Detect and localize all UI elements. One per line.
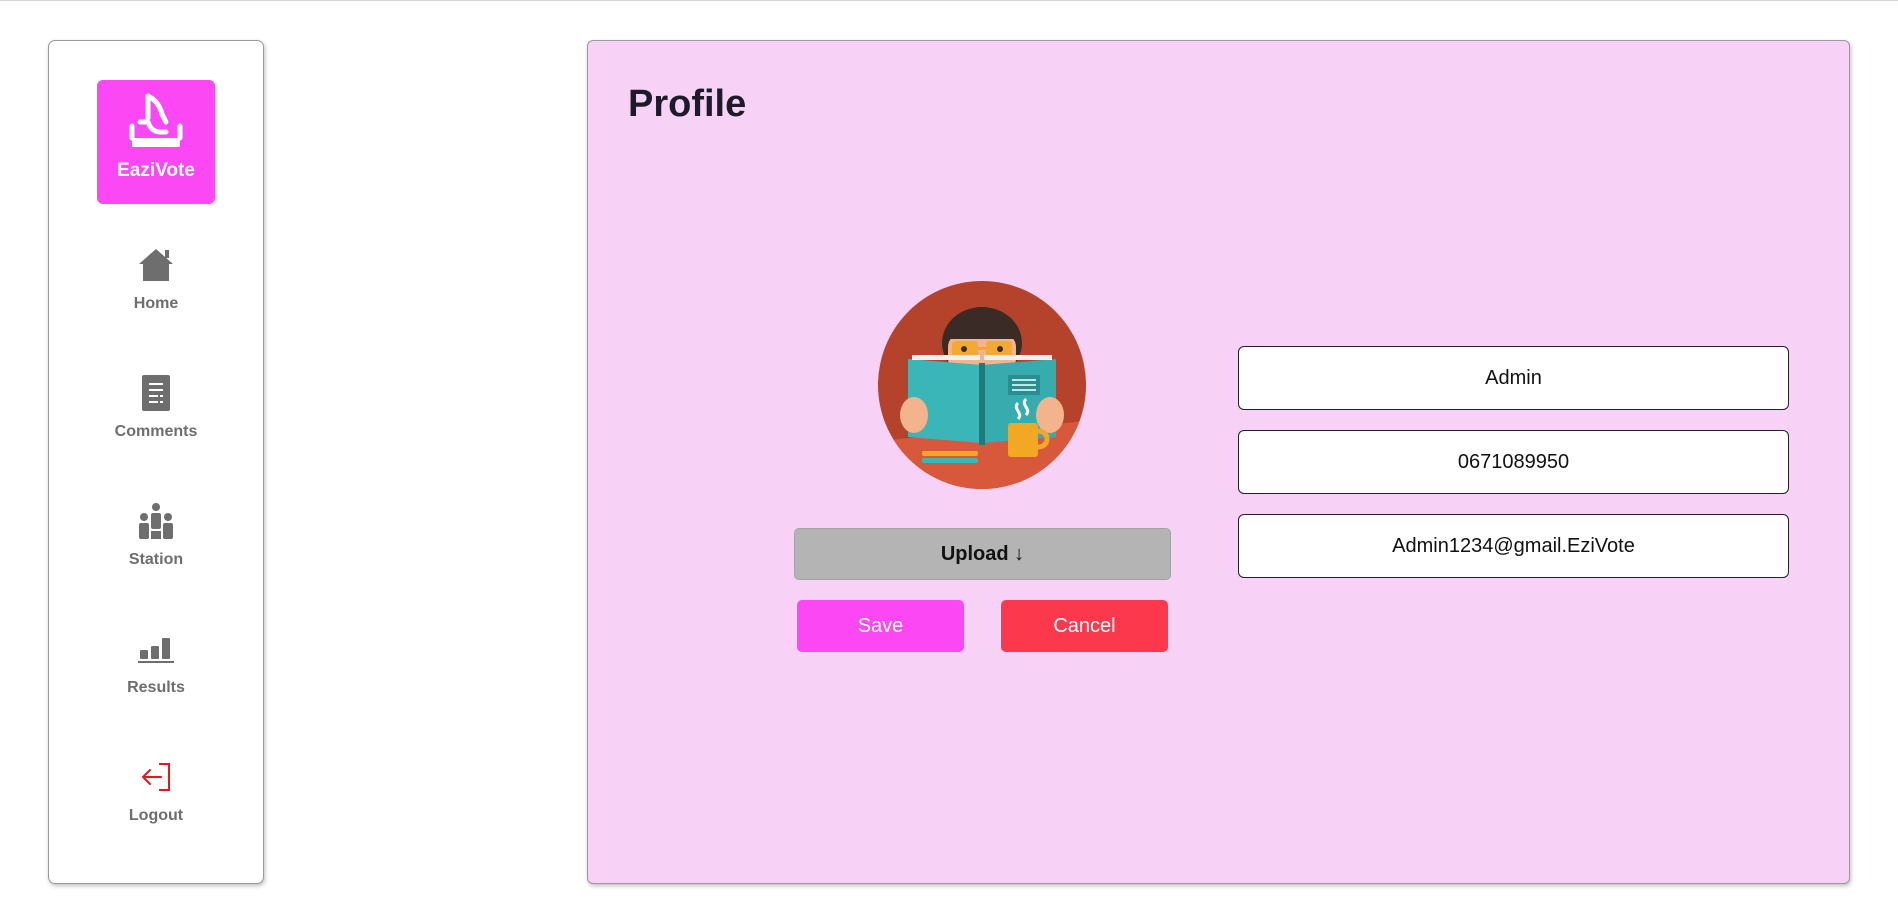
ballot-box-icon: [129, 93, 183, 147]
logout-icon: [136, 757, 176, 797]
cancel-button[interactable]: Cancel: [1001, 600, 1168, 652]
sidebar-item-results[interactable]: Results: [49, 629, 263, 697]
bar-chart-icon: [136, 629, 176, 669]
people-icon: [136, 501, 176, 541]
brand-name: EaziVote: [117, 160, 195, 181]
email-field[interactable]: [1238, 514, 1789, 578]
phone-field[interactable]: [1238, 430, 1789, 494]
sidebar-item-logout[interactable]: Logout: [49, 757, 263, 825]
page-title: Profile: [628, 83, 747, 125]
name-field[interactable]: [1238, 346, 1789, 410]
sidebar-item-label: Results: [127, 679, 185, 696]
save-button[interactable]: Save: [797, 600, 964, 652]
top-border: [0, 0, 1898, 1]
document-icon: [136, 373, 176, 413]
sidebar-item-home[interactable]: Home: [49, 245, 263, 313]
sidebar-item-comments[interactable]: Comments: [49, 373, 263, 441]
home-icon: [136, 245, 176, 285]
sidebar-item-station[interactable]: Station: [49, 501, 263, 569]
upload-button[interactable]: Upload ↓: [794, 528, 1171, 580]
profile-panel: Profile Upload ↓ Save Cancel Admin 06710…: [587, 40, 1850, 884]
sidebar-item-label: Station: [128, 551, 184, 568]
sidebar: EaziVote Home Comments Station Results L…: [48, 40, 264, 884]
avatar: [878, 281, 1086, 489]
sidebar-item-label: Logout: [128, 807, 184, 824]
sidebar-item-label: Home: [133, 295, 179, 312]
brand-logo[interactable]: EaziVote: [97, 80, 215, 204]
sidebar-item-label: Comments: [114, 423, 198, 440]
avatar-reading-illustration: [878, 281, 1086, 489]
